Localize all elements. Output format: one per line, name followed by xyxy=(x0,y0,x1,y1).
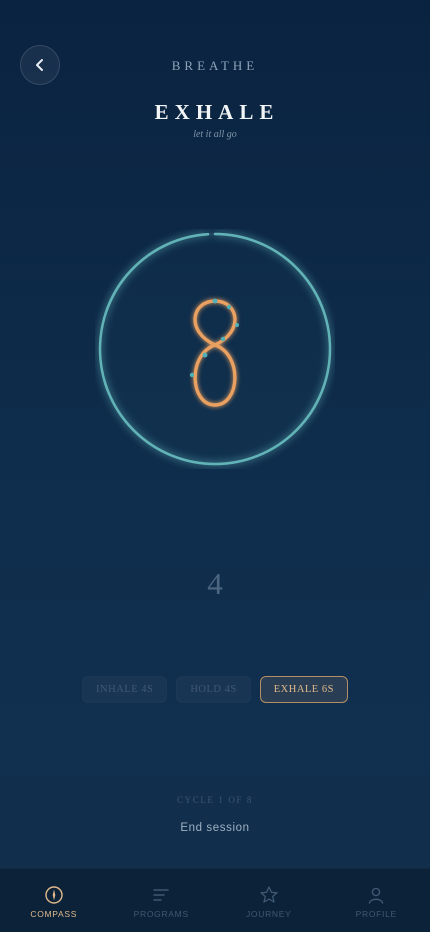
phase-chip-inhale[interactable]: INHALE 4S xyxy=(82,676,167,703)
bottom-tab-bar: COMPASS PROGRAMS JOURNEY PROFILE xyxy=(0,868,430,932)
star-icon xyxy=(260,886,278,903)
cycle-counter: CYCLE 1 OF 8 xyxy=(177,795,253,805)
person-icon xyxy=(369,887,384,904)
phase-chips: INHALE 4S HOLD 4S EXHALE 6S xyxy=(0,676,430,703)
phase-subtitle: let it all go xyxy=(193,129,237,140)
screen-title: BREATHE xyxy=(171,58,259,73)
tab-journey[interactable]: JOURNEY xyxy=(215,869,323,932)
tab-profile[interactable]: PROFILE xyxy=(323,869,430,932)
tab-label: PROGRAMS xyxy=(133,909,189,919)
tab-programs[interactable]: PROGRAMS xyxy=(108,869,216,932)
end-session-button[interactable]: End session xyxy=(0,822,430,834)
tab-compass[interactable]: COMPASS xyxy=(0,869,108,932)
compass-icon xyxy=(45,886,63,904)
phase-chip-exhale[interactable]: EXHALE 6S xyxy=(259,676,348,703)
tab-label: JOURNEY xyxy=(245,909,292,919)
tab-label: COMPASS xyxy=(30,909,78,919)
tab-label: PROFILE xyxy=(355,909,397,919)
phase-label: EXHALE xyxy=(154,100,280,124)
phase-chip-hold[interactable]: HOLD 4S xyxy=(176,676,250,703)
countdown-number: 4 xyxy=(207,566,223,601)
breath-ring xyxy=(95,229,335,469)
list-icon xyxy=(153,889,169,901)
